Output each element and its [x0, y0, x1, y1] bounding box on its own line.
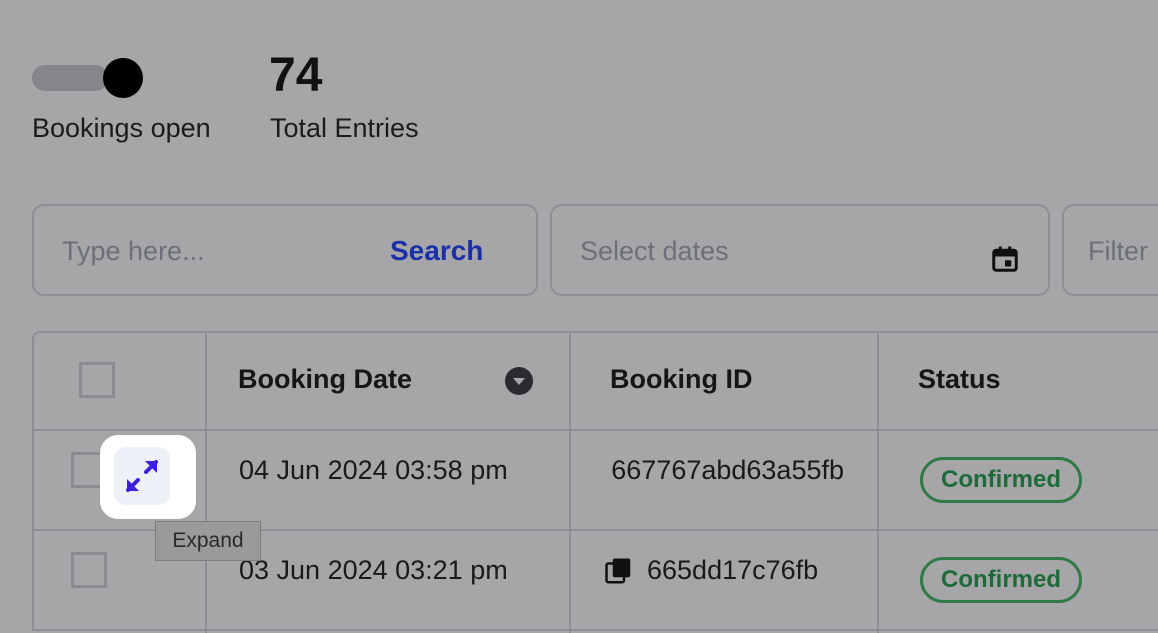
column-divider: [205, 333, 207, 633]
filter-field[interactable]: Filter: [1062, 204, 1158, 296]
column-header-status[interactable]: Status: [918, 364, 1001, 395]
toggle-knob: [103, 58, 143, 98]
booking-id-text: 667767abd63a55fb: [611, 455, 844, 485]
search-button[interactable]: Search: [390, 235, 483, 267]
column-header-booking-date[interactable]: Booking Date: [238, 364, 412, 395]
expand-arrows-icon: [126, 460, 158, 492]
select-all-checkbox[interactable]: [79, 362, 115, 398]
status-badge: Confirmed: [920, 457, 1082, 503]
column-header-booking-id[interactable]: Booking ID: [610, 364, 753, 395]
date-range-field[interactable]: Select dates: [550, 204, 1050, 296]
total-entries-label: Total Entries: [270, 113, 419, 143]
search-field[interactable]: Type here... Search: [32, 204, 538, 296]
column-divider: [877, 333, 879, 633]
date-range-input[interactable]: Select dates: [580, 236, 729, 267]
column-divider: [569, 333, 571, 633]
booking-id-cell: 665dd17c76fb: [647, 555, 819, 585]
filter-input[interactable]: Filter: [1088, 236, 1148, 267]
status-badge: Confirmed: [920, 557, 1082, 603]
expand-button[interactable]: [114, 447, 170, 505]
booking-date-cell: 04 Jun 2024 03:58 pm: [239, 455, 508, 485]
sort-dropdown-icon[interactable]: [505, 367, 533, 395]
booking-date-cell: 03 Jun 2024 03:21 pm: [239, 555, 508, 585]
expand-tooltip: Expand: [155, 521, 261, 561]
expand-button-focus-ring: [100, 435, 196, 519]
booking-id-cell: 667767abd63a55fb: [594, 455, 854, 489]
search-input[interactable]: Type here...: [62, 236, 205, 267]
calendar-icon[interactable]: [990, 244, 1020, 274]
total-entries-value: 74: [269, 49, 323, 102]
toggle-track: [32, 65, 108, 91]
header-divider: [34, 429, 1158, 431]
bookings-open-toggle[interactable]: [32, 58, 143, 98]
copy-icon[interactable]: [604, 556, 634, 586]
bookings-open-label: Bookings open: [32, 113, 211, 143]
row-checkbox[interactable]: [71, 552, 107, 588]
